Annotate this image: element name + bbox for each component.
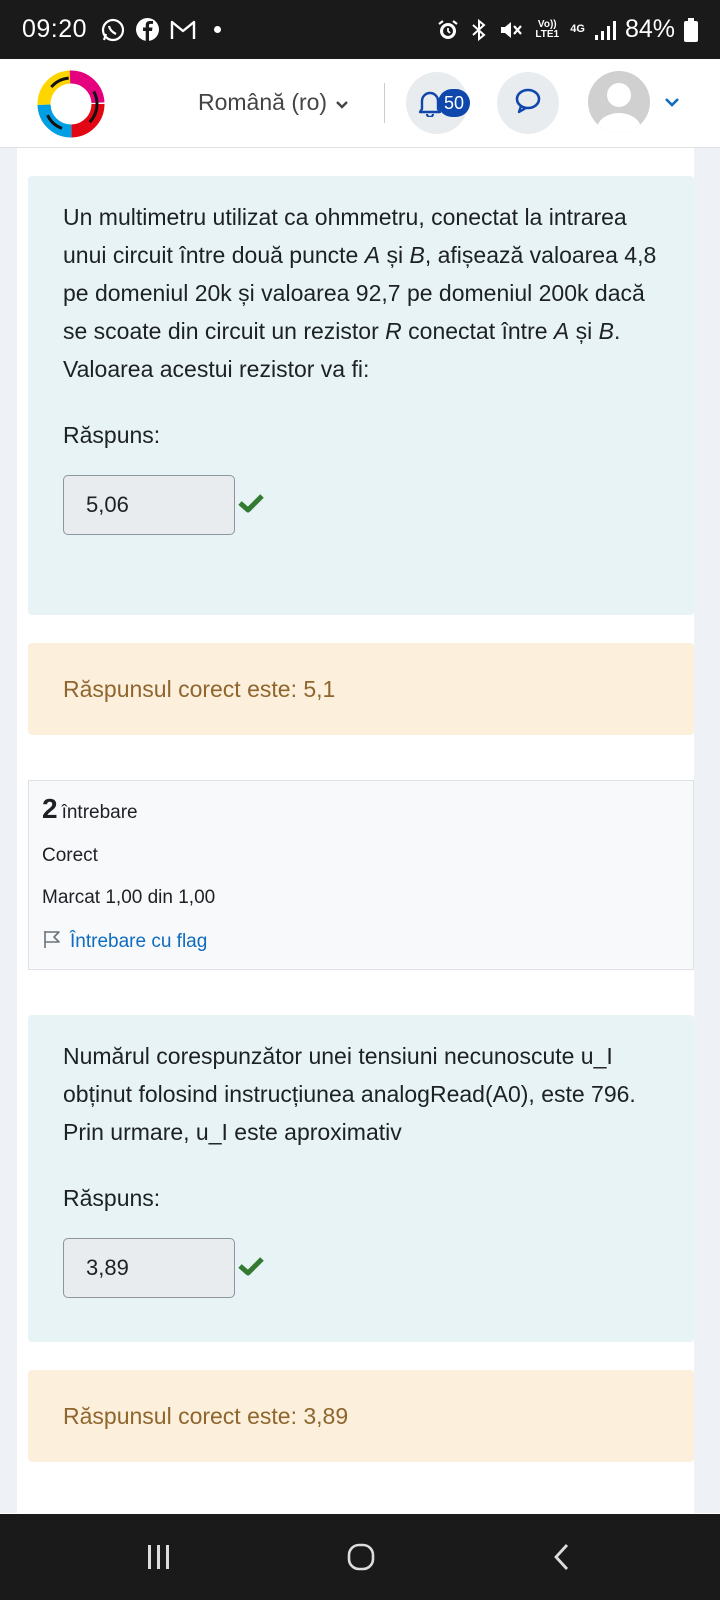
signal-icon: [594, 19, 616, 41]
answer-label: Răspuns:: [63, 422, 161, 448]
question-2-feedback: Răspunsul corect este: 3,89: [28, 1370, 694, 1462]
check-icon: [237, 492, 265, 519]
volte-label: Vo)) LTE1: [535, 18, 560, 40]
status-time: 09:20: [22, 15, 88, 43]
question-number: 2: [42, 793, 58, 824]
flag-label: Întrebare cu flag: [70, 931, 208, 952]
question-2-text: Numărul corespunzător unei tensiuni necu…: [63, 1043, 636, 1145]
gmail-icon: [169, 19, 197, 41]
chevron-down-icon: [335, 89, 349, 116]
notifications-button[interactable]: 50: [406, 72, 470, 134]
language-selector[interactable]: Română (ro): [198, 83, 349, 121]
language-label: Română (ro): [198, 88, 328, 115]
page-content: Un multimetru utilizat ca ohmmetru, cone…: [0, 148, 720, 1513]
site-logo[interactable]: [34, 67, 108, 141]
home-icon[interactable]: [346, 1542, 376, 1577]
4g-icon: 4G: [570, 24, 585, 35]
question-grade: Marcat 1,00 din 1,00: [42, 887, 216, 908]
whatsapp-icon: [100, 17, 126, 43]
messages-button[interactable]: [497, 72, 559, 134]
answer-field[interactable]: 5,06: [63, 475, 235, 535]
question-1-text: Un multimetru utilizat ca ohmmetru, cone…: [63, 204, 657, 382]
bluetooth-icon: [469, 18, 489, 42]
question-1-text-box: Un multimetru utilizat ca ohmmetru, cone…: [28, 176, 694, 615]
question-1-feedback: Răspunsul corect este: 5,1: [28, 643, 694, 735]
answer-label: Răspuns:: [63, 1185, 161, 1211]
user-avatar[interactable]: [588, 71, 650, 133]
answer-field[interactable]: 3,89: [63, 1238, 235, 1298]
notification-count-badge: 50: [438, 89, 470, 117]
mute-icon: [498, 18, 524, 42]
flag-question-link[interactable]: Întrebare cu flag: [42, 929, 680, 955]
volte-icon: Vo)) LTE1: [533, 18, 561, 40]
site-header: Română (ro) 50: [0, 59, 720, 148]
battery-icon: [684, 17, 698, 42]
question-number-label: întrebare: [61, 802, 138, 823]
answer-row: 5,06: [63, 475, 659, 535]
check-icon: [237, 1255, 265, 1282]
flag-icon: [42, 929, 62, 955]
message-icon: [513, 87, 543, 120]
network-label: 4G: [570, 23, 585, 35]
notification-dot-icon: [214, 26, 222, 33]
status-bar: 09:20 Vo)) LTE1 4G 84%: [0, 0, 720, 59]
alarm-icon: [436, 18, 460, 42]
question-state: Corect: [42, 845, 98, 866]
facebook-icon: [135, 17, 160, 42]
question-2-info: 2 întrebare Corect Marcat 1,00 din 1,00 Î…: [28, 780, 694, 970]
question-2-text-box: Numărul corespunzător unei tensiuni necu…: [28, 1015, 694, 1342]
battery-percent: 84%: [624, 15, 675, 43]
recent-apps-icon[interactable]: [146, 1542, 172, 1577]
user-menu-chevron-icon[interactable]: [664, 95, 680, 113]
header-divider: [384, 83, 385, 123]
back-icon[interactable]: [552, 1542, 572, 1577]
system-nav-bar: [0, 1514, 720, 1600]
answer-row: 3,89: [63, 1238, 659, 1298]
